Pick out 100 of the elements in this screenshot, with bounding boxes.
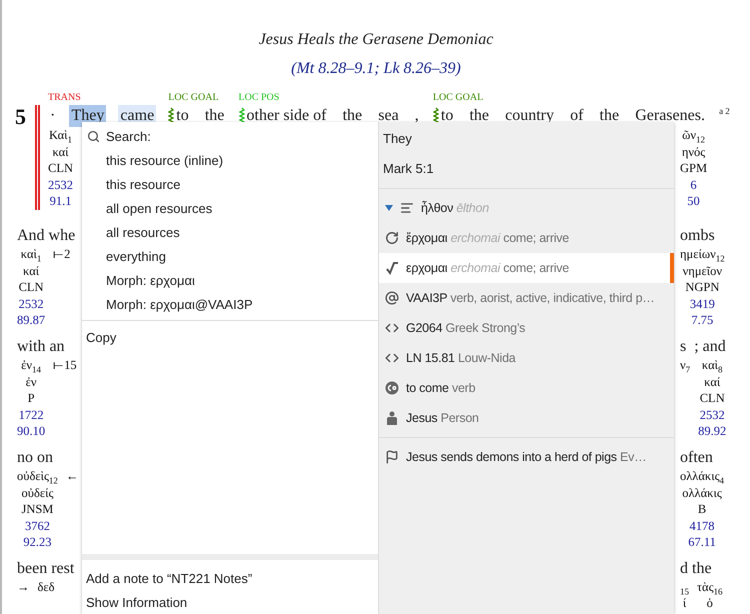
square-root-icon (385, 261, 399, 275)
section-heading: Jesus Heals the Gerasene Demoniac (258, 30, 494, 50)
interlinear-text: ἐν (26, 374, 37, 390)
interlinear-text: 50 (687, 193, 700, 210)
interlinear-text: CLN (18, 279, 44, 296)
search-option[interactable]: Morph: ερχομαι (82, 268, 378, 292)
english-text: And whe (17, 226, 76, 246)
english-text: often (680, 448, 714, 468)
info-item[interactable]: ἦλθον ēlthon (379, 193, 674, 223)
interlinear-text: 4178 (690, 518, 715, 534)
interlinear-text: 67.11 (688, 534, 716, 551)
interlinear-text: GPM (680, 160, 708, 177)
interlinear-text: καί (52, 144, 69, 160)
interlinear-text: ⟝2 (53, 246, 70, 263)
code-brackets-icon (385, 321, 399, 335)
english-text: no on (17, 448, 54, 468)
interlinear-text: 92.23 (23, 534, 52, 551)
flag-icon (385, 450, 399, 464)
search-label: Search: (106, 128, 151, 144)
search-option[interactable]: this resource (82, 172, 378, 196)
interlinear-text: ἐν$_{14}$ (21, 356, 42, 374)
interlinear-text: → (17, 578, 30, 596)
info-item[interactable]: ερχομαι erchomai come; arrive (379, 253, 674, 283)
expand-triangle-icon[interactable] (385, 204, 393, 212)
interlinear-text: 91.1 (50, 193, 72, 210)
info-item[interactable]: VAAI3P verb, aorist, active, indicative, third p… (379, 283, 674, 313)
code-brackets-icon (385, 351, 399, 365)
interlinear-text: ηνός (682, 144, 706, 160)
verse-reference: Mark 5:1 (382, 160, 435, 178)
interlinear-text: 90.10 (17, 423, 46, 440)
semantic-tag: LOC POS (238, 91, 280, 105)
verse-word[interactable]: · (48, 105, 58, 127)
info-item[interactable]: ἔρχομαι erchomai come; arrive (379, 223, 674, 253)
circle-badge-icon (385, 381, 399, 395)
chapter-number: 5 (15, 105, 27, 131)
english-text: s ; and (680, 336, 727, 357)
interlinear-text: 2532 (700, 406, 725, 424)
interlinear-text: JNSM (21, 501, 54, 518)
interlinear-text: NGPN (685, 279, 720, 296)
footnote-marks[interactable]: a 2 (719, 105, 730, 117)
interlinear-text: ῶν$_{12}$ (682, 127, 705, 144)
selected-word: They (382, 130, 413, 148)
search-option[interactable]: Morph: ερχομαι@VAAI3P (82, 292, 378, 316)
interlinear-text: CLN (48, 160, 73, 177)
interlinear-text: οὐδείς (22, 484, 54, 502)
info-item[interactable]: Jesus Person (379, 403, 674, 433)
interlinear-text: καὶ$_{8}$ (702, 356, 723, 374)
interlinear-text: τὰς$_{16}$ (697, 578, 723, 596)
search-option[interactable]: all resources (82, 220, 378, 244)
interlinear-text: 89.87 (17, 312, 46, 329)
interlinear-text: 89.92 (698, 423, 726, 440)
interlinear-text: 1722 (18, 406, 44, 424)
interlinear-text: ολλάκις (682, 484, 722, 502)
interlinear-text: ί (682, 595, 686, 612)
interlinear-text: B (698, 501, 706, 518)
menu-item[interactable]: Add a note to “NT221 Notes” (82, 566, 378, 590)
cross-reference-link[interactable]: (Mt 8.28–9.1; Lk 8.26–39) (2, 59, 750, 79)
circular-arrow-icon (385, 231, 399, 245)
person-icon (385, 411, 399, 425)
info-item[interactable]: LN 15.81 Louw-Nida (379, 343, 674, 373)
interlinear-text: 3419 (690, 296, 715, 312)
interlinear-text: καί (704, 374, 720, 390)
interlinear-text: νημεῖον (682, 262, 722, 280)
search-option[interactable]: everything (82, 244, 378, 268)
interlinear-text: καί (23, 262, 40, 280)
english-text: been rest (17, 558, 76, 579)
semantic-tag: LOC GOAL (432, 91, 484, 105)
info-item[interactable]: G2064 Greek Strong’s (379, 313, 674, 343)
interlinear-text: ολλάκις$_{4}$ (680, 468, 724, 484)
search-option[interactable]: this resource (inline) (82, 148, 378, 172)
text-lines-icon (400, 201, 414, 215)
menu-item[interactable]: Show Information (82, 590, 378, 614)
search-option[interactable]: all open resources (82, 196, 378, 220)
interlinear-text: ὁ (706, 595, 713, 612)
info-item[interactable]: to come verb (379, 373, 674, 403)
interlinear-text: Καὶ$_{1}$ (49, 127, 72, 144)
interlinear-text: 15 (680, 585, 689, 596)
interlinear-text: ← (66, 468, 78, 484)
english-text: d the (680, 558, 713, 579)
interlinear-text: 6 (690, 176, 697, 194)
interlinear-text: δεδ (38, 578, 55, 596)
interlinear-text: οὐδεὶς$_{12}$ (17, 468, 58, 484)
interlinear-text: ⟝15 (53, 356, 77, 374)
interlinear-text: 3762 (24, 518, 50, 534)
english-text: with an (17, 336, 66, 357)
at-sign-icon (385, 291, 399, 305)
interlinear-text: P (28, 390, 35, 407)
english-text: ombs (680, 226, 716, 246)
interlinear-text: ημείων$_{12}$ (680, 246, 725, 263)
semantic-tag: TRANS (48, 91, 81, 105)
interlinear-text: καὶ$_{1}$ (20, 246, 42, 263)
info-item[interactable]: Jesus sends demons into a herd of pigs Ev… (379, 442, 674, 472)
interlinear-text: 7.75 (691, 312, 714, 329)
copy-item[interactable]: Copy (82, 325, 378, 349)
interlinear-text: ν$_{7}$ (680, 356, 690, 374)
interlinear-text: 2532 (18, 296, 44, 312)
semantic-tag: LOC GOAL (168, 91, 219, 105)
search-icon (87, 130, 100, 142)
interlinear-text: 2532 (48, 176, 73, 194)
interlinear-text: CLN (700, 390, 725, 407)
